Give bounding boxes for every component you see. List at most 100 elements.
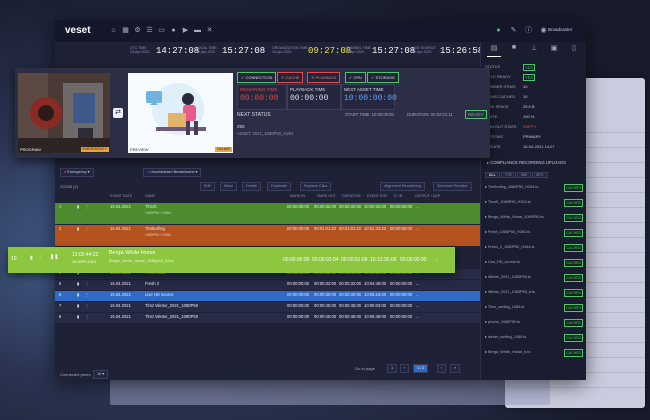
compliance-file-row[interactable]: ▸ winter_surfing_1080.ts CACHED — [485, 334, 583, 345]
row-menu-icon[interactable]: ⋮ — [85, 303, 89, 308]
connection-status-button[interactable]: ✓ CONNECTION — [237, 72, 277, 83]
tools-icon[interactable]: ✎ — [510, 27, 517, 34]
row-file-icon[interactable]: ▮ — [77, 314, 79, 319]
page-prev-button[interactable]: ‹ — [400, 364, 410, 373]
row-mark-in: 00:00:00:00 — [287, 314, 310, 319]
compliance-file-row[interactable]: ▸ Winter_2021_1080P50.ts CACHED — [485, 274, 583, 285]
playback-status-button[interactable]: ✕ PLAYBACK — [307, 72, 341, 83]
edit-button[interactable]: Edit — [200, 182, 215, 191]
tab-camera-icon[interactable]: ■ — [507, 44, 521, 56]
row-file-icon[interactable]: ▮ — [77, 226, 79, 231]
tab-print-icon[interactable]: ▣ — [547, 44, 561, 56]
alignment-button[interactable]: Alignment Reordering — [380, 182, 425, 191]
table-row[interactable]: 2 15.04.2021 Tlm5urfing 00:00:00:00 00:01:01… — [55, 225, 480, 246]
remaining-time-value: 00:00:00 — [240, 94, 279, 103]
tab-doc-icon[interactable]: ▯ — [567, 44, 581, 56]
cpu-status-button[interactable]: ✓ CPU — [345, 72, 366, 83]
row-mark-out: 00:00:32:00 — [314, 281, 337, 286]
row-mark-in: 00:00:00:00 — [287, 204, 310, 209]
compliance-file-row[interactable]: ▸ promo_1080P50.ts CACHED — [485, 319, 583, 330]
delete-button[interactable]: Delete — [242, 182, 261, 191]
row-file-icon: ▮ — [30, 255, 33, 261]
row-menu-icon[interactable]: ⋮ — [85, 292, 89, 297]
row-date-sub: 15-APR-2021 — [72, 259, 97, 264]
table-row[interactable]: 5 15.04.2021 Fresh 2 00:00:00:00 00:00:32:00… — [55, 280, 480, 290]
move-button[interactable]: Move — [220, 182, 238, 191]
highlighted-row[interactable]: 10 ▮ ⋮ ❚❚ 12:02:44:22 15-APR-2021 Berga … — [8, 247, 455, 273]
program-label: PROGRAM — [20, 147, 41, 152]
table-row[interactable]: 8 15.04.2021 Tlmz Winter_2021_1080P50 00:00… — [55, 313, 480, 323]
location-icon[interactable]: ● — [495, 27, 502, 34]
list-icon[interactable]: ☰ — [146, 27, 153, 34]
filter-tte[interactable]: TTE — [500, 172, 516, 178]
compliance-file-row[interactable]: ▸ Winter_2021_1080P50_b.ts CACHED — [485, 289, 583, 300]
account-icon[interactable]: ◉ — [540, 27, 547, 34]
video-icon[interactable]: ▶ — [182, 27, 189, 34]
row-menu-icon[interactable]: ⋮ — [85, 314, 89, 319]
user-name[interactable]: Broadcaster — [548, 27, 572, 32]
row-menu-icon[interactable]: ⋮ — [85, 226, 89, 231]
row-index: 5 — [59, 281, 62, 286]
compliance-file-row[interactable]: ▸ Fresh_2_1080P50_H264.ts CACHED — [485, 244, 583, 255]
cache-status-button[interactable]: ✕ CACHE — [277, 72, 304, 83]
close-icon[interactable]: ✕ — [206, 27, 213, 34]
filter-spc[interactable]: SPC — [531, 172, 548, 178]
tab-pin-icon[interactable]: ⊥ — [527, 44, 541, 56]
table-row[interactable]: 1 15.04.2021 Tlmz5 00:00:00:00 00:00:32:00 00… — [55, 203, 480, 224]
tab-info-icon[interactable]: ▤ — [487, 44, 501, 57]
page-input[interactable]: 1 — [387, 364, 398, 373]
folder-icon[interactable]: ▬ — [194, 27, 201, 34]
row-tc-in: 00:00:00:00 — [390, 292, 413, 297]
row-file-icon[interactable]: ▮ — [77, 303, 79, 308]
row-menu-icon[interactable]: ⋮ — [85, 281, 89, 286]
row-sub: 1080P50 / H264 — [145, 211, 171, 215]
file-name: Tlmz_surfing_1080.ts — [487, 305, 525, 309]
row-file-icon[interactable]: ▮ — [77, 204, 79, 209]
filter-all[interactable]: ALL — [485, 172, 500, 178]
top-bar: veset ⌂ ▦ ⚙ ☰ ▭ ● ▶ ▬ ✕ ● ✎ ⓘ ◉ Broadcas… — [55, 20, 585, 42]
rows-label: Connected peers — [60, 372, 91, 377]
filter-mb[interactable]: MB — [517, 172, 531, 178]
info-value: 10 — [523, 94, 528, 99]
duplicate-button[interactable]: Duplicate — [267, 182, 291, 191]
replace-clips-button[interactable]: Replace Clips — [300, 182, 332, 191]
row-menu-icon[interactable]: ⋮ — [85, 204, 89, 209]
compliance-file-row[interactable]: ▸ Tlmz_surfing_1080.ts CACHED — [485, 304, 583, 315]
row-file-icon[interactable]: ▮ — [77, 292, 79, 297]
schedule-reorder-button[interactable]: Schedule Reorder — [433, 182, 472, 191]
row-mark-out: 00:00:03:04 — [312, 257, 339, 263]
compliance-file-row[interactable]: ▸ Tlm5urfing_1080P50_H264.ts CACHED — [485, 184, 583, 195]
row-tc-in: 00:00:00:00 — [390, 303, 413, 308]
filter-dropdown[interactable]: ● Emergency ▾ — [60, 168, 94, 177]
table-row[interactable]: 6 15.04.2021 Live HD source 00:00:00:00 00:0… — [55, 291, 480, 301]
row-file-icon[interactable]: ▮ — [77, 281, 79, 286]
monitor-icon[interactable]: ▭ — [158, 27, 165, 34]
start-time: START TIME: 10:00:00:00 — [345, 112, 394, 117]
next-asset-time-label: NEXT ASSET TIME — [344, 87, 384, 92]
info-icon[interactable]: ⓘ — [525, 27, 532, 34]
cached-badge: CACHED — [564, 334, 583, 342]
view-dropdown[interactable]: ● Unscheduled Breakdowns ▾ — [143, 168, 202, 177]
home-icon[interactable]: ⌂ — [110, 27, 117, 34]
preview-label: PREVIEW — [130, 147, 149, 152]
compliance-file-row[interactable]: ▸ Berga_White_Horse_b.ts CACHED — [485, 349, 583, 360]
page-last-button[interactable]: » — [450, 364, 461, 373]
compliance-file-row[interactable]: ▸ Fresh_1080P50_H264.ts CACHED — [485, 229, 583, 240]
page-number[interactable]: 1 / 2 — [413, 364, 429, 373]
swap-icon[interactable]: ⇄ — [113, 108, 123, 118]
compliance-file-row[interactable]: ▸ Berga_White_Horse_1080P50.ts CACHED — [485, 214, 583, 225]
grid-icon[interactable]: ▦ — [122, 27, 129, 34]
row-tc-in: 00:00:00:00 — [390, 281, 413, 286]
compliance-file-row[interactable]: ▸ Tlmz5_1080P50_H264.ts CACHED — [485, 199, 583, 210]
file-name: Berga_White_Horse_1080P50.ts — [487, 215, 544, 219]
table-row[interactable]: 7 15.04.2021 Tlmz Winter_2021_1080P50 00:00… — [55, 302, 480, 312]
rows-select[interactable]: 10 ▾ — [93, 370, 109, 379]
row-pause-icon[interactable]: ❚❚ — [50, 254, 58, 260]
user-icon[interactable]: ● — [170, 27, 177, 34]
settings-icon[interactable]: ⚙ — [134, 27, 141, 34]
row-menu-icon[interactable]: ⋮ — [38, 255, 43, 261]
compliance-file-row[interactable]: ▸ Live_HD_source.ts CACHED — [485, 259, 583, 270]
storage-status-button[interactable]: ✓ STORAGE — [367, 72, 399, 83]
page-next-button[interactable]: › — [437, 364, 447, 373]
row-mark-in: 00:00:00:00 — [283, 257, 310, 263]
